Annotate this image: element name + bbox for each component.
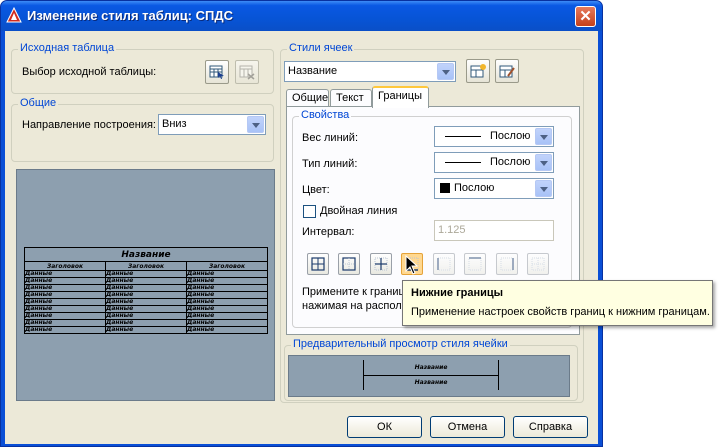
- line-sample: [445, 136, 481, 137]
- dialog-window: Изменение стиля таблиц: СПДС ✕ Исходная …: [0, 0, 603, 447]
- cell-style-dropdown[interactable]: Название: [284, 61, 456, 82]
- hint-line-1: Примените к границ: [302, 286, 405, 298]
- ok-button[interactable]: ОК: [347, 416, 422, 438]
- chevron-down-icon[interactable]: [535, 180, 552, 197]
- chevron-down-icon[interactable]: [247, 116, 264, 133]
- linetype-label: Тип линий:: [302, 158, 358, 170]
- manage-cell-styles-icon: [499, 65, 515, 78]
- manage-cell-styles-button[interactable]: [495, 59, 519, 83]
- chevron-down-icon[interactable]: [535, 154, 552, 171]
- preview-table-row: Данные Данные Данные: [24, 319, 268, 327]
- outside-borders-button[interactable]: [338, 253, 360, 275]
- top-borders-button[interactable]: [464, 253, 486, 275]
- preview-table-row: Данные Данные Данные: [24, 312, 268, 320]
- color-label: Цвет:: [302, 184, 330, 196]
- preview-table-row: Данные Данные Данные: [24, 326, 268, 334]
- preview-table: Название Заголовок Заголовок Заголовок Дан…: [24, 247, 268, 334]
- dialog-client-area: Исходная таблица Выбор исходной таблицы:…: [5, 31, 598, 444]
- hint-line-2: нажимая на располо: [302, 300, 408, 312]
- preview-table-row: Данные Данные Данные: [24, 277, 268, 285]
- preview-table-cell: Данные: [186, 326, 268, 334]
- help-button[interactable]: Справка: [513, 416, 588, 438]
- source-table-group: Исходная таблица Выбор исходной таблицы:: [11, 42, 274, 94]
- cell-styles-group-title: Стили ячеек: [287, 42, 355, 54]
- tooltip-bottom-borders: Нижние границы Применение настроек свойс…: [402, 280, 713, 326]
- preview-table-row: Данные Данные Данные: [24, 298, 268, 306]
- tooltip-description: Применение настроек свойств границ к ниж…: [411, 306, 710, 318]
- color-dropdown[interactable]: Послою: [434, 178, 554, 199]
- direction-label: Направление построения:: [22, 119, 156, 131]
- outside-borders-icon: [342, 257, 356, 271]
- double-line-checkbox[interactable]: [303, 205, 316, 218]
- chevron-down-icon[interactable]: [437, 63, 454, 80]
- inside-borders-icon: [374, 257, 388, 271]
- color-value: Послою: [454, 182, 495, 194]
- general-group-title: Общие: [18, 97, 59, 109]
- cell-style-value: Название: [288, 65, 338, 77]
- cell-preview-group-title: Предварительный просмотр стиля ячейки: [291, 338, 510, 350]
- interval-value: 1.125: [438, 224, 466, 236]
- color-swatch: [440, 183, 450, 193]
- preview-table-row: Данные Данные Данные: [24, 305, 268, 313]
- chevron-down-icon[interactable]: [535, 128, 552, 145]
- double-line-label: Двойная линия: [320, 205, 398, 217]
- interval-input[interactable]: 1.125: [434, 220, 554, 241]
- mouse-cursor-icon: [405, 255, 419, 275]
- table-style-preview: Название Заголовок Заголовок Заголовок Дан…: [16, 169, 275, 401]
- window-title: Изменение стиля таблиц: СПДС: [27, 8, 234, 23]
- left-borders-icon: [437, 257, 451, 271]
- preview-table-cell: Данные: [24, 326, 106, 334]
- cell-preview-row-1: Название: [363, 360, 499, 376]
- inside-borders-button[interactable]: [370, 253, 392, 275]
- right-borders-icon: [500, 257, 514, 271]
- lineweight-value: Послою: [490, 130, 531, 142]
- cell-preview-row-2: Название: [414, 379, 448, 387]
- linetype-value: Послою: [490, 156, 531, 168]
- no-borders-button[interactable]: [527, 253, 549, 275]
- select-source-table-label: Выбор исходной таблицы:: [22, 66, 157, 78]
- new-cell-style-button[interactable]: [466, 59, 490, 83]
- right-borders-button[interactable]: [496, 253, 518, 275]
- all-borders-icon: [311, 257, 325, 271]
- all-borders-button[interactable]: [307, 253, 329, 275]
- tab-borders[interactable]: Границы: [372, 86, 429, 108]
- cancel-button[interactable]: Отмена: [430, 416, 505, 438]
- top-borders-icon: [468, 257, 482, 271]
- new-cell-style-icon: [470, 64, 486, 78]
- direction-dropdown[interactable]: Вниз: [158, 114, 266, 135]
- preview-table-row: Данные Данные Данные: [24, 284, 268, 292]
- title-bar[interactable]: Изменение стиля таблиц: СПДС ✕: [1, 1, 602, 31]
- line-sample: [445, 162, 481, 163]
- close-icon: ✕: [579, 8, 592, 25]
- tooltip-title: Нижние границы: [411, 287, 504, 299]
- linetype-dropdown[interactable]: Послою: [434, 152, 554, 173]
- autocad-app-icon: [6, 6, 22, 23]
- interval-label: Интервал:: [302, 226, 355, 238]
- preview-table-row: Данные Данные Данные: [24, 270, 268, 278]
- cell-preview-table: Название Название: [363, 360, 499, 390]
- general-group: Общие Направление построения: Вниз: [11, 97, 274, 162]
- preview-table-row: Данные Данные Данные: [24, 291, 268, 299]
- left-borders-button[interactable]: [433, 253, 455, 275]
- cell-style-preview: Название Название: [288, 355, 570, 397]
- source-table-group-title: Исходная таблица: [18, 42, 117, 54]
- no-borders-icon: [531, 257, 545, 271]
- preview-table-cell: Данные: [105, 326, 187, 334]
- select-table-button[interactable]: [205, 60, 229, 84]
- remove-table-icon: [239, 65, 255, 80]
- remove-table-button[interactable]: [235, 60, 259, 84]
- close-button[interactable]: ✕: [575, 6, 596, 27]
- properties-group-title: Свойства: [299, 109, 352, 121]
- preview-table-title: Название: [24, 247, 268, 262]
- select-table-icon: [209, 65, 224, 79]
- lineweight-dropdown[interactable]: Послою: [434, 126, 554, 147]
- lineweight-label: Вес линий:: [302, 132, 358, 144]
- direction-value: Вниз: [162, 118, 187, 130]
